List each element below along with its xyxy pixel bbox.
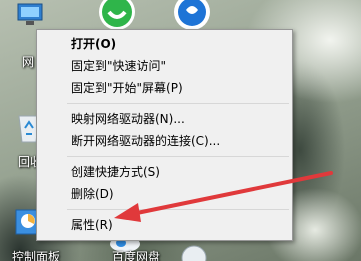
menu-separator xyxy=(67,209,289,210)
menu-separator xyxy=(67,103,289,104)
control-panel-label: 控制面板 xyxy=(12,250,61,261)
menu-item-pin-quick-access[interactable]: 固定到"快速访问" xyxy=(37,55,292,77)
menu-item-delete[interactable]: 删除(D) xyxy=(37,183,292,205)
baidu-netdisk-label: 百度网盘 xyxy=(112,250,161,261)
app-icon-green[interactable] xyxy=(95,0,139,30)
network-icon[interactable] xyxy=(16,2,46,30)
menu-separator xyxy=(67,156,289,157)
network-icon-label: 网 xyxy=(22,55,35,69)
menu-item-pin-start[interactable]: 固定到"开始"屏幕(P) xyxy=(37,77,292,99)
menu-item-create-shortcut[interactable]: 创建快捷方式(S) xyxy=(37,161,292,183)
menu-item-properties[interactable]: 属性(R) xyxy=(37,214,292,236)
app-icon-blue[interactable] xyxy=(170,0,214,30)
menu-item-disconnect-network-drive[interactable]: 断开网络驱动器的连接(C)... xyxy=(37,130,292,152)
app-icon-bottom[interactable] xyxy=(180,244,208,261)
menu-item-open[interactable]: 打开(O) xyxy=(37,33,292,55)
menu-item-map-network-drive[interactable]: 映射网络驱动器(N)... xyxy=(37,108,292,130)
context-menu: 打开(O) 固定到"快速访问" 固定到"开始"屏幕(P) 映射网络驱动器(N).… xyxy=(36,29,293,241)
